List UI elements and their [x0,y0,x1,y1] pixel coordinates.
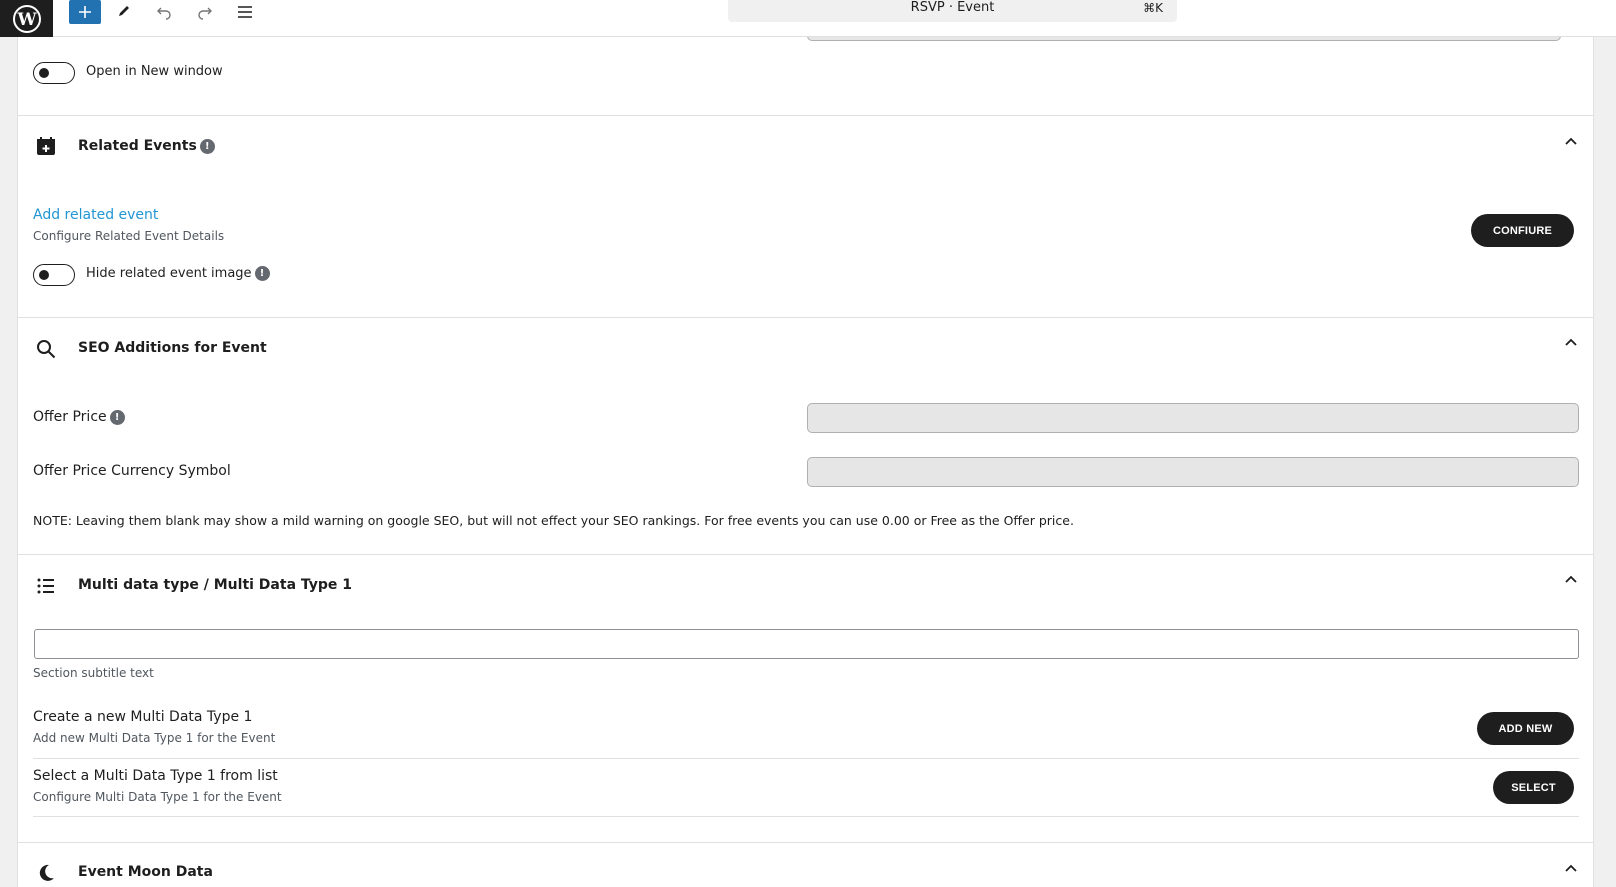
calendar-plus-icon [37,137,55,155]
select-button[interactable]: SELECT [1493,771,1574,804]
command-palette[interactable]: RSVP · Event ⌘K [728,0,1177,22]
chevron-up-icon[interactable] [1564,337,1578,347]
row-divider [33,816,1579,817]
add-related-event-desc: Configure Related Event Details [33,229,225,243]
row-divider [33,758,1579,759]
seo-title: SEO Additions for Event [78,340,267,356]
create-multi-data-title: Create a new Multi Data Type 1 [33,709,253,725]
chevron-up-icon[interactable] [1564,574,1578,584]
section-subtitle-input[interactable] [34,629,1579,659]
wordpress-logo-icon[interactable]: W [0,0,53,37]
undo-button[interactable] [148,0,180,24]
configure-button[interactable]: CONFIURE [1471,214,1574,247]
pencil-icon [119,6,129,16]
seo-note: NOTE: Leaving them blank may show a mild… [33,513,1074,528]
open-new-window-toggle[interactable] [33,62,75,84]
moon-data-title: Event Moon Data [78,864,213,880]
hide-related-image-toggle[interactable] [33,264,75,286]
chevron-up-icon[interactable] [1564,136,1578,146]
section-divider [18,317,1593,318]
select-multi-data-title: Select a Multi Data Type 1 from list [33,768,278,784]
add-block-button[interactable] [69,0,101,24]
currency-symbol-label: Offer Price Currency Symbol [33,463,231,479]
section-divider [18,115,1593,116]
info-icon[interactable]: ! [199,138,215,154]
svg-text:W: W [16,10,37,30]
add-related-event-link[interactable]: Add related event [33,207,158,223]
search-icon [37,340,56,359]
create-multi-data-desc: Add new Multi Data Type 1 for the Event [33,731,276,745]
hide-related-image-text: Hide related event image [86,266,252,281]
related-events-title: Related Events! [78,138,215,154]
add-new-button[interactable]: ADD NEW [1477,712,1574,745]
section-divider [18,842,1593,843]
tools-button[interactable] [108,0,140,24]
list-icon [37,578,54,594]
multi-data-title: Multi data type / Multi Data Type 1 [78,577,353,593]
hide-related-image-label: Hide related event image! [86,266,270,281]
open-new-window-label: Open in New window [86,64,223,79]
list-view-icon [238,6,252,18]
offer-price-input[interactable] [807,403,1579,433]
section-subtitle-help: Section subtitle text [33,666,154,680]
command-shortcut: ⌘K [1143,1,1163,15]
info-icon[interactable]: ! [109,409,125,425]
currency-symbol-input[interactable] [807,457,1579,487]
redo-icon [198,7,212,20]
offer-price-text: Offer Price [33,409,107,425]
offer-price-label: Offer Price! [33,409,125,425]
select-multi-data-desc: Configure Multi Data Type 1 for the Even… [33,790,282,804]
chevron-up-icon[interactable] [1564,863,1578,873]
section-divider [18,554,1593,555]
editor-toolbar: W RSVP · Event ⌘K [0,0,1616,37]
event-settings-panel: Open in New window Related Events! Add r… [17,33,1594,887]
undo-icon [157,7,171,20]
document-title: RSVP · Event [910,0,995,15]
moon-icon [39,864,54,881]
redo-button[interactable] [189,0,221,24]
info-icon[interactable]: ! [254,266,270,281]
list-view-button[interactable] [229,0,261,24]
related-events-title-text: Related Events [78,138,197,154]
plus-icon [79,6,91,18]
